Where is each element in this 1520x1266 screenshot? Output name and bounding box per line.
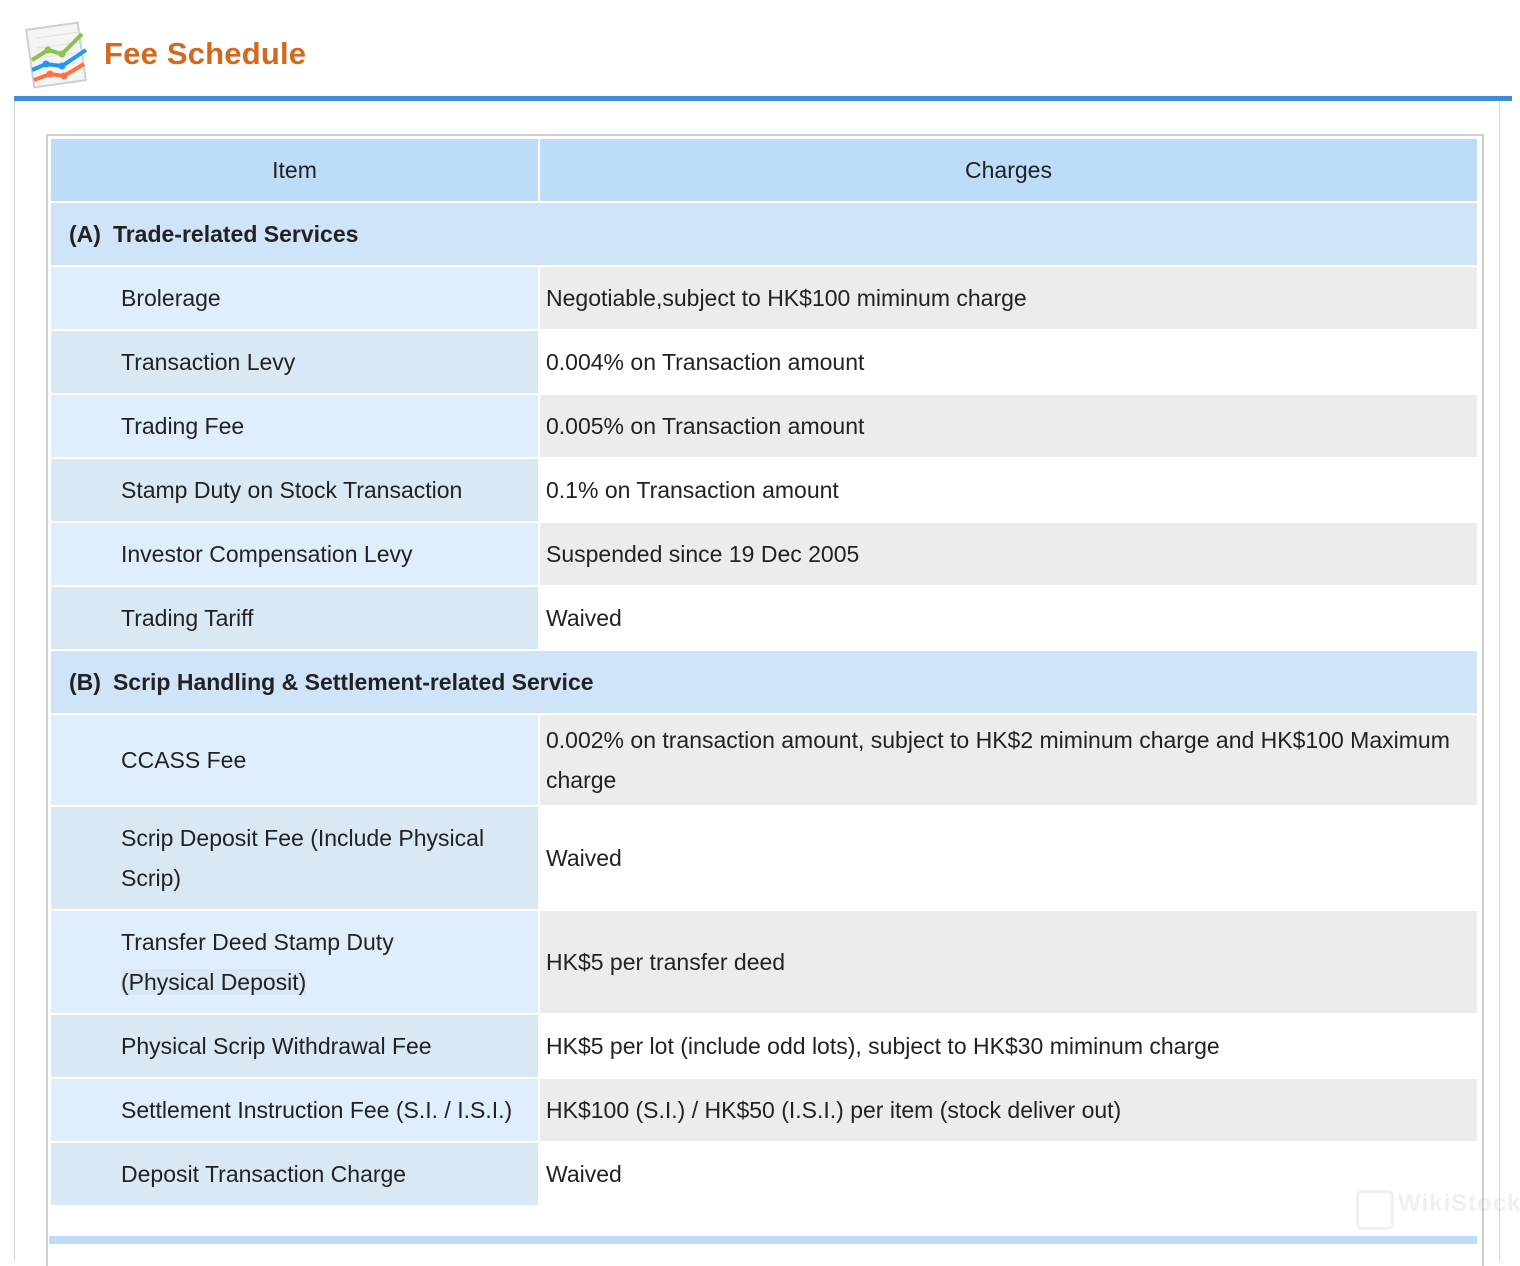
table-row: Deposit Transaction Charge Waived [49,1141,1479,1207]
item-cell: CCASS Fee [49,713,540,807]
next-section-strip [49,1236,1477,1244]
fee-table: Item Charges (A) Trade-related Services B… [49,137,1479,1207]
section-a-mark: (A) [69,220,101,247]
watermark: WikiStock [1398,1190,1520,1217]
section-a-title: Trade-related Services [112,220,359,247]
table-row: Physical Scrip Withdrawal Fee HK$5 per l… [49,1013,1479,1079]
item-cell: Transaction Levy [49,329,540,395]
table-row: Trading Fee 0.005% on Transaction amount [49,393,1479,459]
fee-table-container: Item Charges (A) Trade-related Services B… [46,134,1484,1266]
table-row: Brolerage Negotiable,subject to HK$100 m… [49,265,1479,331]
charge-cell: HK$5 per lot (include odd lots), subject… [538,1013,1479,1079]
item-cell: Settlement Instruction Fee (S.I. / I.S.I… [49,1077,540,1143]
charge-cell: Negotiable,subject to HK$100 miminum cha… [538,265,1479,331]
charge-cell: HK$5 per transfer deed [538,909,1479,1015]
chart-icon [25,21,88,89]
section-b-row: (B) Scrip Handling & Settlement-related S… [49,649,1479,715]
item-cell: Scrip Deposit Fee (Include Physical Scri… [49,805,540,911]
item-cell: Trading Fee [49,393,540,459]
table-row: Scrip Deposit Fee (Include Physical Scri… [49,805,1479,911]
section-a-row: (A) Trade-related Services [49,201,1479,267]
item-cell: Physical Scrip Withdrawal Fee [49,1013,540,1079]
charge-cell: 0.005% on Transaction amount [538,393,1479,459]
table-row: Stamp Duty on Stock Transaction 0.1% on … [49,457,1479,523]
table-row: Trading Tariff Waived [49,585,1479,651]
table-row: Transfer Deed Stamp Duty (Physical Deposi… [49,909,1479,1015]
charge-cell: 0.004% on Transaction amount [538,329,1479,395]
item-cell: Transfer Deed Stamp Duty (Physical Deposi… [49,909,540,1015]
column-header-item: Item [49,137,540,203]
section-b-title: Scrip Handling & Settlement-related Serv… [112,668,594,695]
column-header-charges: Charges [538,137,1479,203]
table-row: CCASS Fee 0.002% on transaction amount, … [49,713,1479,807]
item-line-2: (Physical Deposit) [121,969,307,995]
item-line-1: Transfer Deed Stamp Duty [121,929,394,955]
charge-cell: Suspended since 19 Dec 2005 [538,521,1479,587]
page-title: Fee Schedule [104,36,307,71]
item-cell: Deposit Transaction Charge [49,1141,540,1207]
table-header-row: Item Charges [49,137,1479,203]
charge-cell: 0.002% on transaction amount, subject to… [538,713,1479,807]
charge-cell: Waived [538,1141,1479,1207]
charge-cell: HK$100 (S.I.) / HK$50 (I.S.I.) per item … [538,1077,1479,1143]
table-row: Investor Compensation Levy Suspended sin… [49,521,1479,587]
item-cell: Trading Tariff [49,585,540,651]
watermark-icon [1356,1190,1394,1230]
charge-cell: Waived [538,585,1479,651]
table-row: Settlement Instruction Fee (S.I. / I.S.I… [49,1077,1479,1143]
item-cell: Brolerage [49,265,540,331]
section-b-mark: (B) [69,668,101,695]
page-header: Fee Schedule [14,0,1512,100]
item-cell: Stamp Duty on Stock Transaction [49,457,540,523]
charge-cell: Waived [538,805,1479,911]
table-row: Transaction Levy 0.004% on Transaction a… [49,329,1479,395]
item-cell: Investor Compensation Levy [49,521,540,587]
charge-cell: 0.1% on Transaction amount [538,457,1479,523]
